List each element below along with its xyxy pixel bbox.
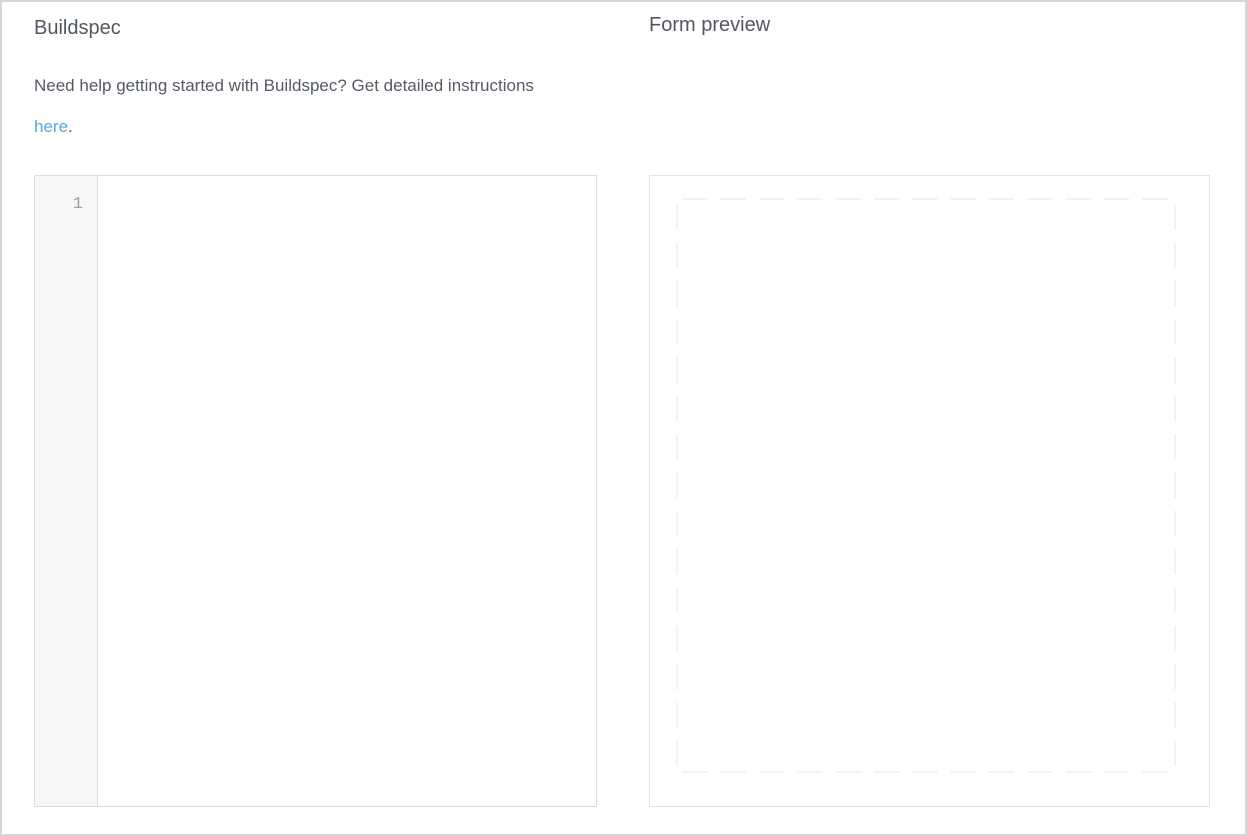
buildspec-help-link[interactable]: here — [34, 117, 68, 136]
buildspec-help-text: Need help getting started with Buildspec… — [34, 65, 574, 147]
buildspec-editor-page: Buildspec Need help getting started with… — [0, 0, 1247, 836]
buildspec-help-text-after: . — [68, 117, 73, 136]
buildspec-help-text-before: Need help getting started with Buildspec… — [34, 76, 534, 95]
editor-line-number-gutter: 1 — [35, 176, 98, 806]
buildspec-code-editor[interactable]: 1 — [34, 175, 597, 807]
form-preview-canvas[interactable] — [649, 175, 1210, 807]
preview-dotted-border-right — [1174, 198, 1176, 773]
preview-dotted-border-bottom — [676, 771, 1176, 773]
form-preview-heading: Form preview — [649, 14, 771, 36]
editor-line-number: 1 — [72, 195, 83, 214]
editor-code-input[interactable] — [98, 176, 596, 806]
preview-dotted-border-top — [676, 198, 1176, 200]
buildspec-heading: Buildspec — [34, 17, 121, 39]
preview-dotted-border-left — [676, 198, 678, 773]
